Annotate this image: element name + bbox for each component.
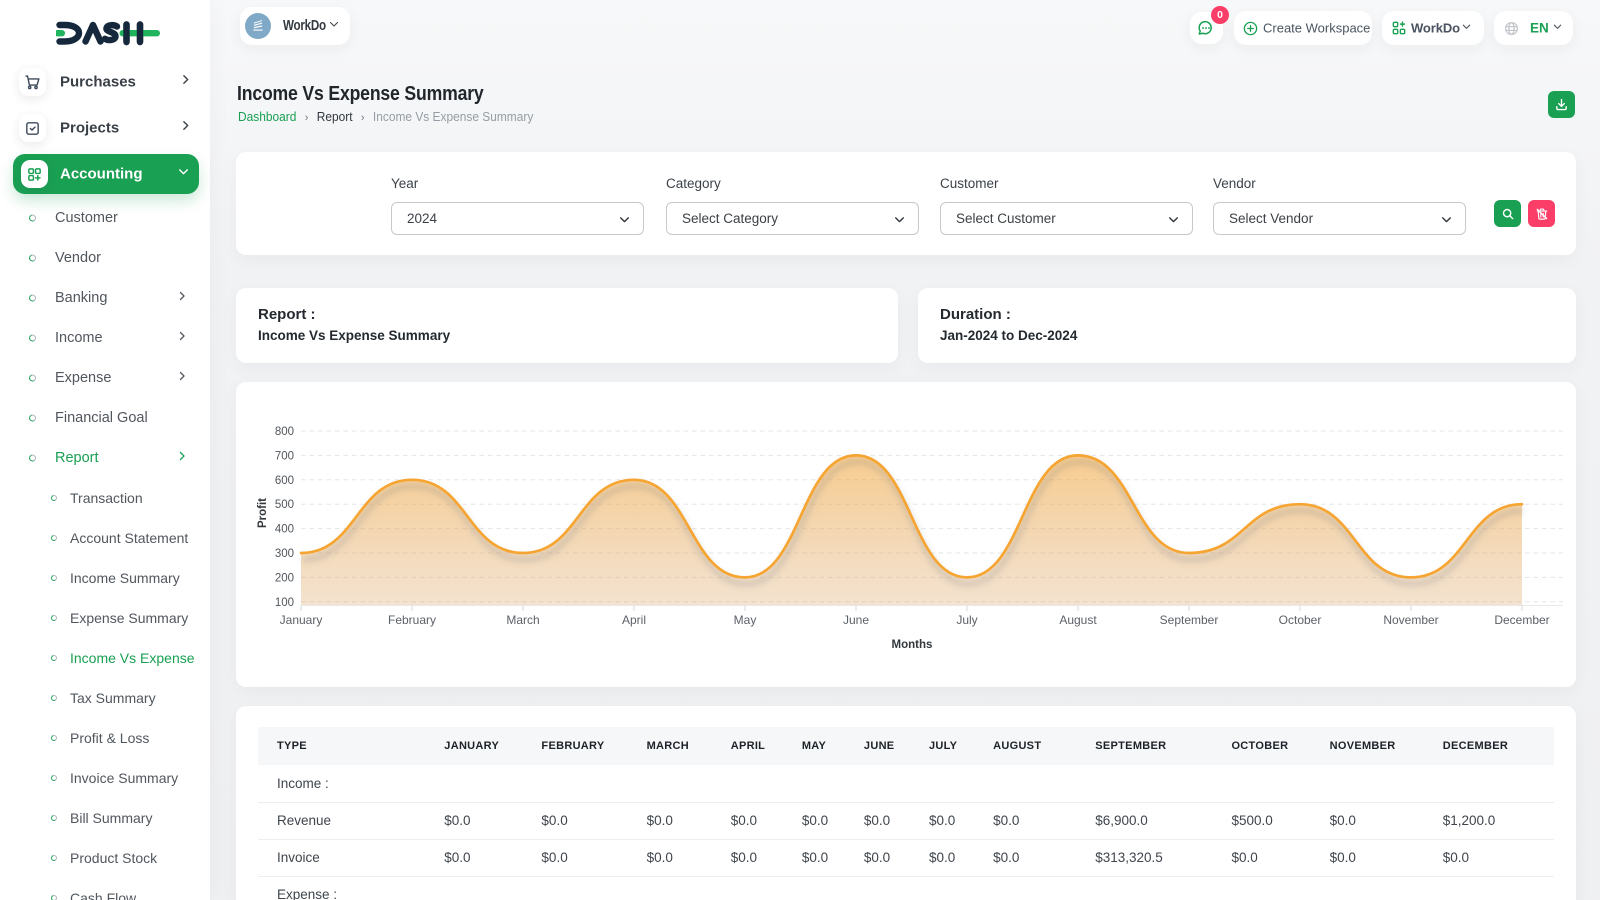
- svg-text:300: 300: [275, 548, 294, 560]
- svg-text:March: March: [506, 613, 539, 627]
- svg-text:800: 800: [275, 426, 294, 438]
- svg-text:700: 700: [275, 450, 294, 462]
- svg-text:May: May: [734, 613, 757, 627]
- svg-text:400: 400: [275, 524, 294, 536]
- svg-text:500: 500: [275, 499, 294, 511]
- svg-text:Months: Months: [892, 639, 933, 651]
- svg-text:April: April: [622, 613, 646, 627]
- svg-text:Profit: Profit: [257, 498, 269, 528]
- svg-text:600: 600: [275, 475, 294, 487]
- svg-text:November: November: [1383, 613, 1438, 627]
- svg-text:July: July: [956, 613, 977, 627]
- svg-text:June: June: [843, 613, 869, 627]
- svg-text:100: 100: [275, 597, 294, 609]
- svg-text:August: August: [1059, 613, 1097, 627]
- svg-text:December: December: [1494, 613, 1549, 627]
- svg-text:October: October: [1279, 613, 1322, 627]
- svg-text:February: February: [388, 613, 436, 627]
- svg-text:January: January: [280, 613, 323, 627]
- svg-text:200: 200: [275, 572, 294, 584]
- svg-text:September: September: [1160, 613, 1219, 627]
